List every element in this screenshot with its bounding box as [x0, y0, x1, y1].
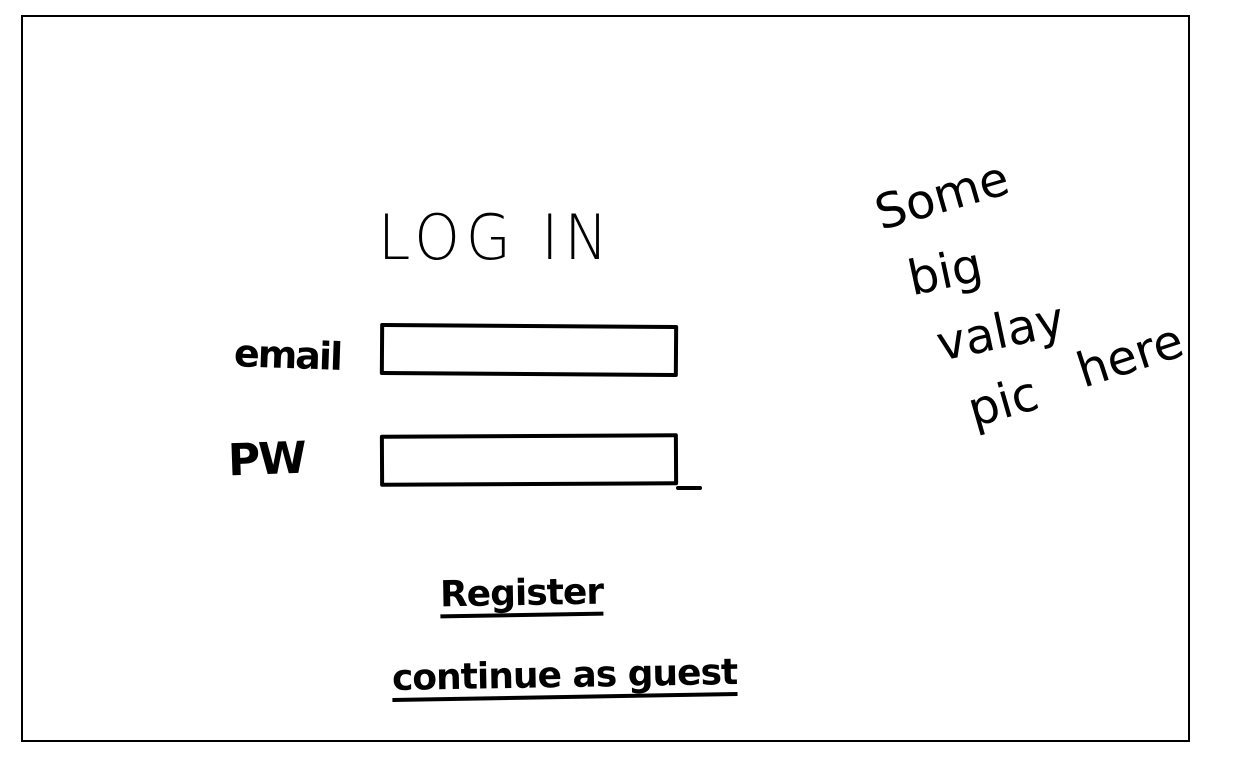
image-note-line: big: [902, 236, 988, 308]
email-input[interactable]: [379, 322, 679, 378]
password-input[interactable]: [379, 433, 679, 487]
register-link[interactable]: Register: [440, 572, 604, 616]
continue-as-guest-link[interactable]: continue as guest: [392, 652, 738, 699]
password-input-underline-tail: [676, 486, 702, 490]
password-label: PW: [227, 432, 306, 487]
email-label: email: [233, 331, 342, 379]
image-note-line: Some: [868, 150, 1016, 242]
image-note-line: here: [1069, 312, 1191, 400]
image-placeholder-note: Some big valay pic here: [860, 150, 1190, 480]
image-note-line: pic: [961, 365, 1045, 439]
login-title: LOG IN: [378, 200, 614, 275]
image-note-line: valay: [931, 291, 1070, 373]
